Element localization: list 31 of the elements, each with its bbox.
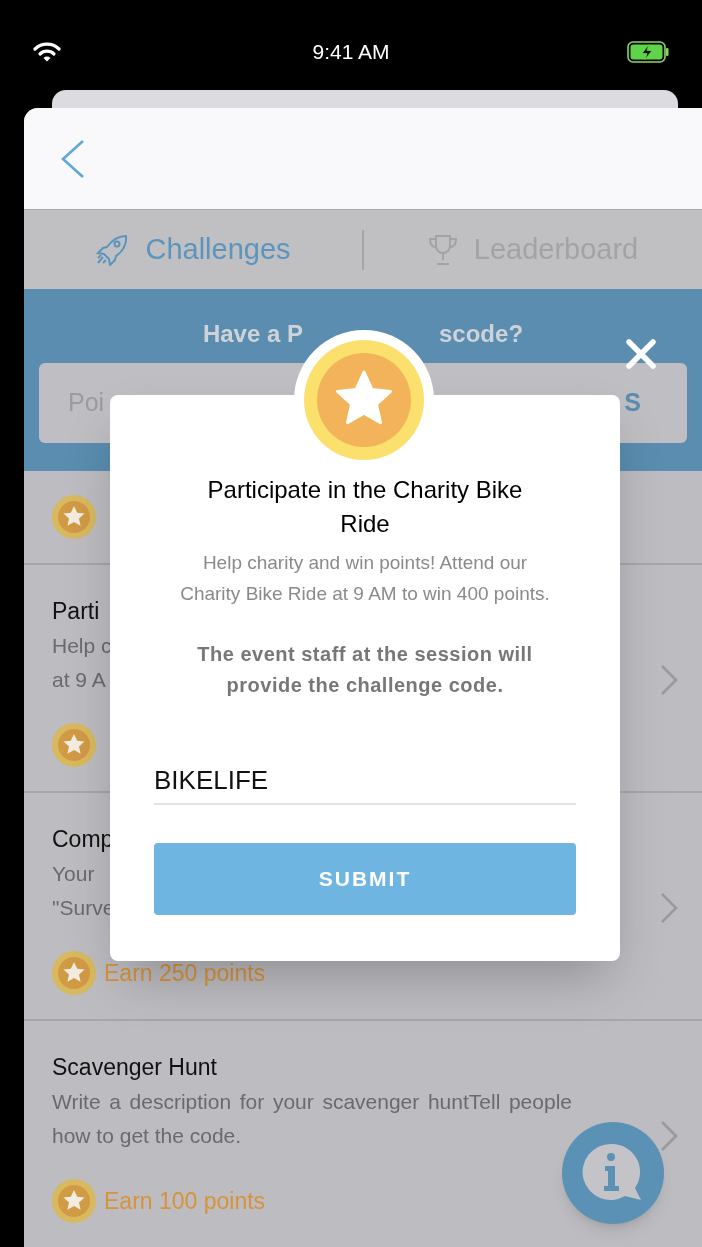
redeem-button[interactable]: S	[624, 384, 641, 422]
chevron-right-icon	[660, 892, 678, 924]
wifi-icon	[33, 42, 61, 62]
back-chevron-icon	[60, 138, 86, 179]
code-input-field[interactable]: BIKELIFE	[154, 757, 576, 805]
star-coin-icon	[52, 495, 96, 539]
chevron-right-icon	[660, 664, 678, 696]
battery-charging-icon	[627, 41, 669, 63]
tab[interactable]: Challenges	[24, 210, 362, 289]
passcode-heading: Have a P	[202, 319, 303, 349]
passcode-heading: scode?	[439, 319, 524, 349]
submit-button[interactable]: SUBMIT	[154, 843, 576, 915]
rocket-icon	[95, 233, 130, 266]
trophy-icon	[427, 233, 458, 266]
star-coin-icon	[52, 723, 96, 767]
star-coin-icon	[52, 1179, 96, 1223]
status-time: 9:41 AM	[312, 39, 390, 66]
challenge-description: at 9 A	[52, 667, 106, 693]
dialog-instruction: The event staff at the session will provide the challenge code.	[196, 642, 534, 698]
challenge-title: Parti	[52, 597, 100, 626]
points-label: Earn 250 points	[104, 958, 266, 988]
close-icon[interactable]	[625, 338, 657, 370]
dialog-description: Help charity and win points! Attend our Charity Bike Ride at 9 AM to win 400 points.	[179, 551, 551, 606]
star-coin-icon	[52, 951, 96, 995]
challenge-description: Help c	[52, 633, 112, 659]
challenge-description: Your	[52, 861, 95, 887]
dialog-title: Participate in the Charity Bike Ride	[206, 475, 524, 539]
challenge-title: Scavenger Hunt	[52, 1053, 217, 1082]
chevron-right-icon	[660, 1120, 678, 1152]
challenge-description: Write a description for your scavenger huntTell people how to get the code.	[52, 1089, 572, 1149]
points-label: Earn 100 points	[104, 1186, 266, 1216]
